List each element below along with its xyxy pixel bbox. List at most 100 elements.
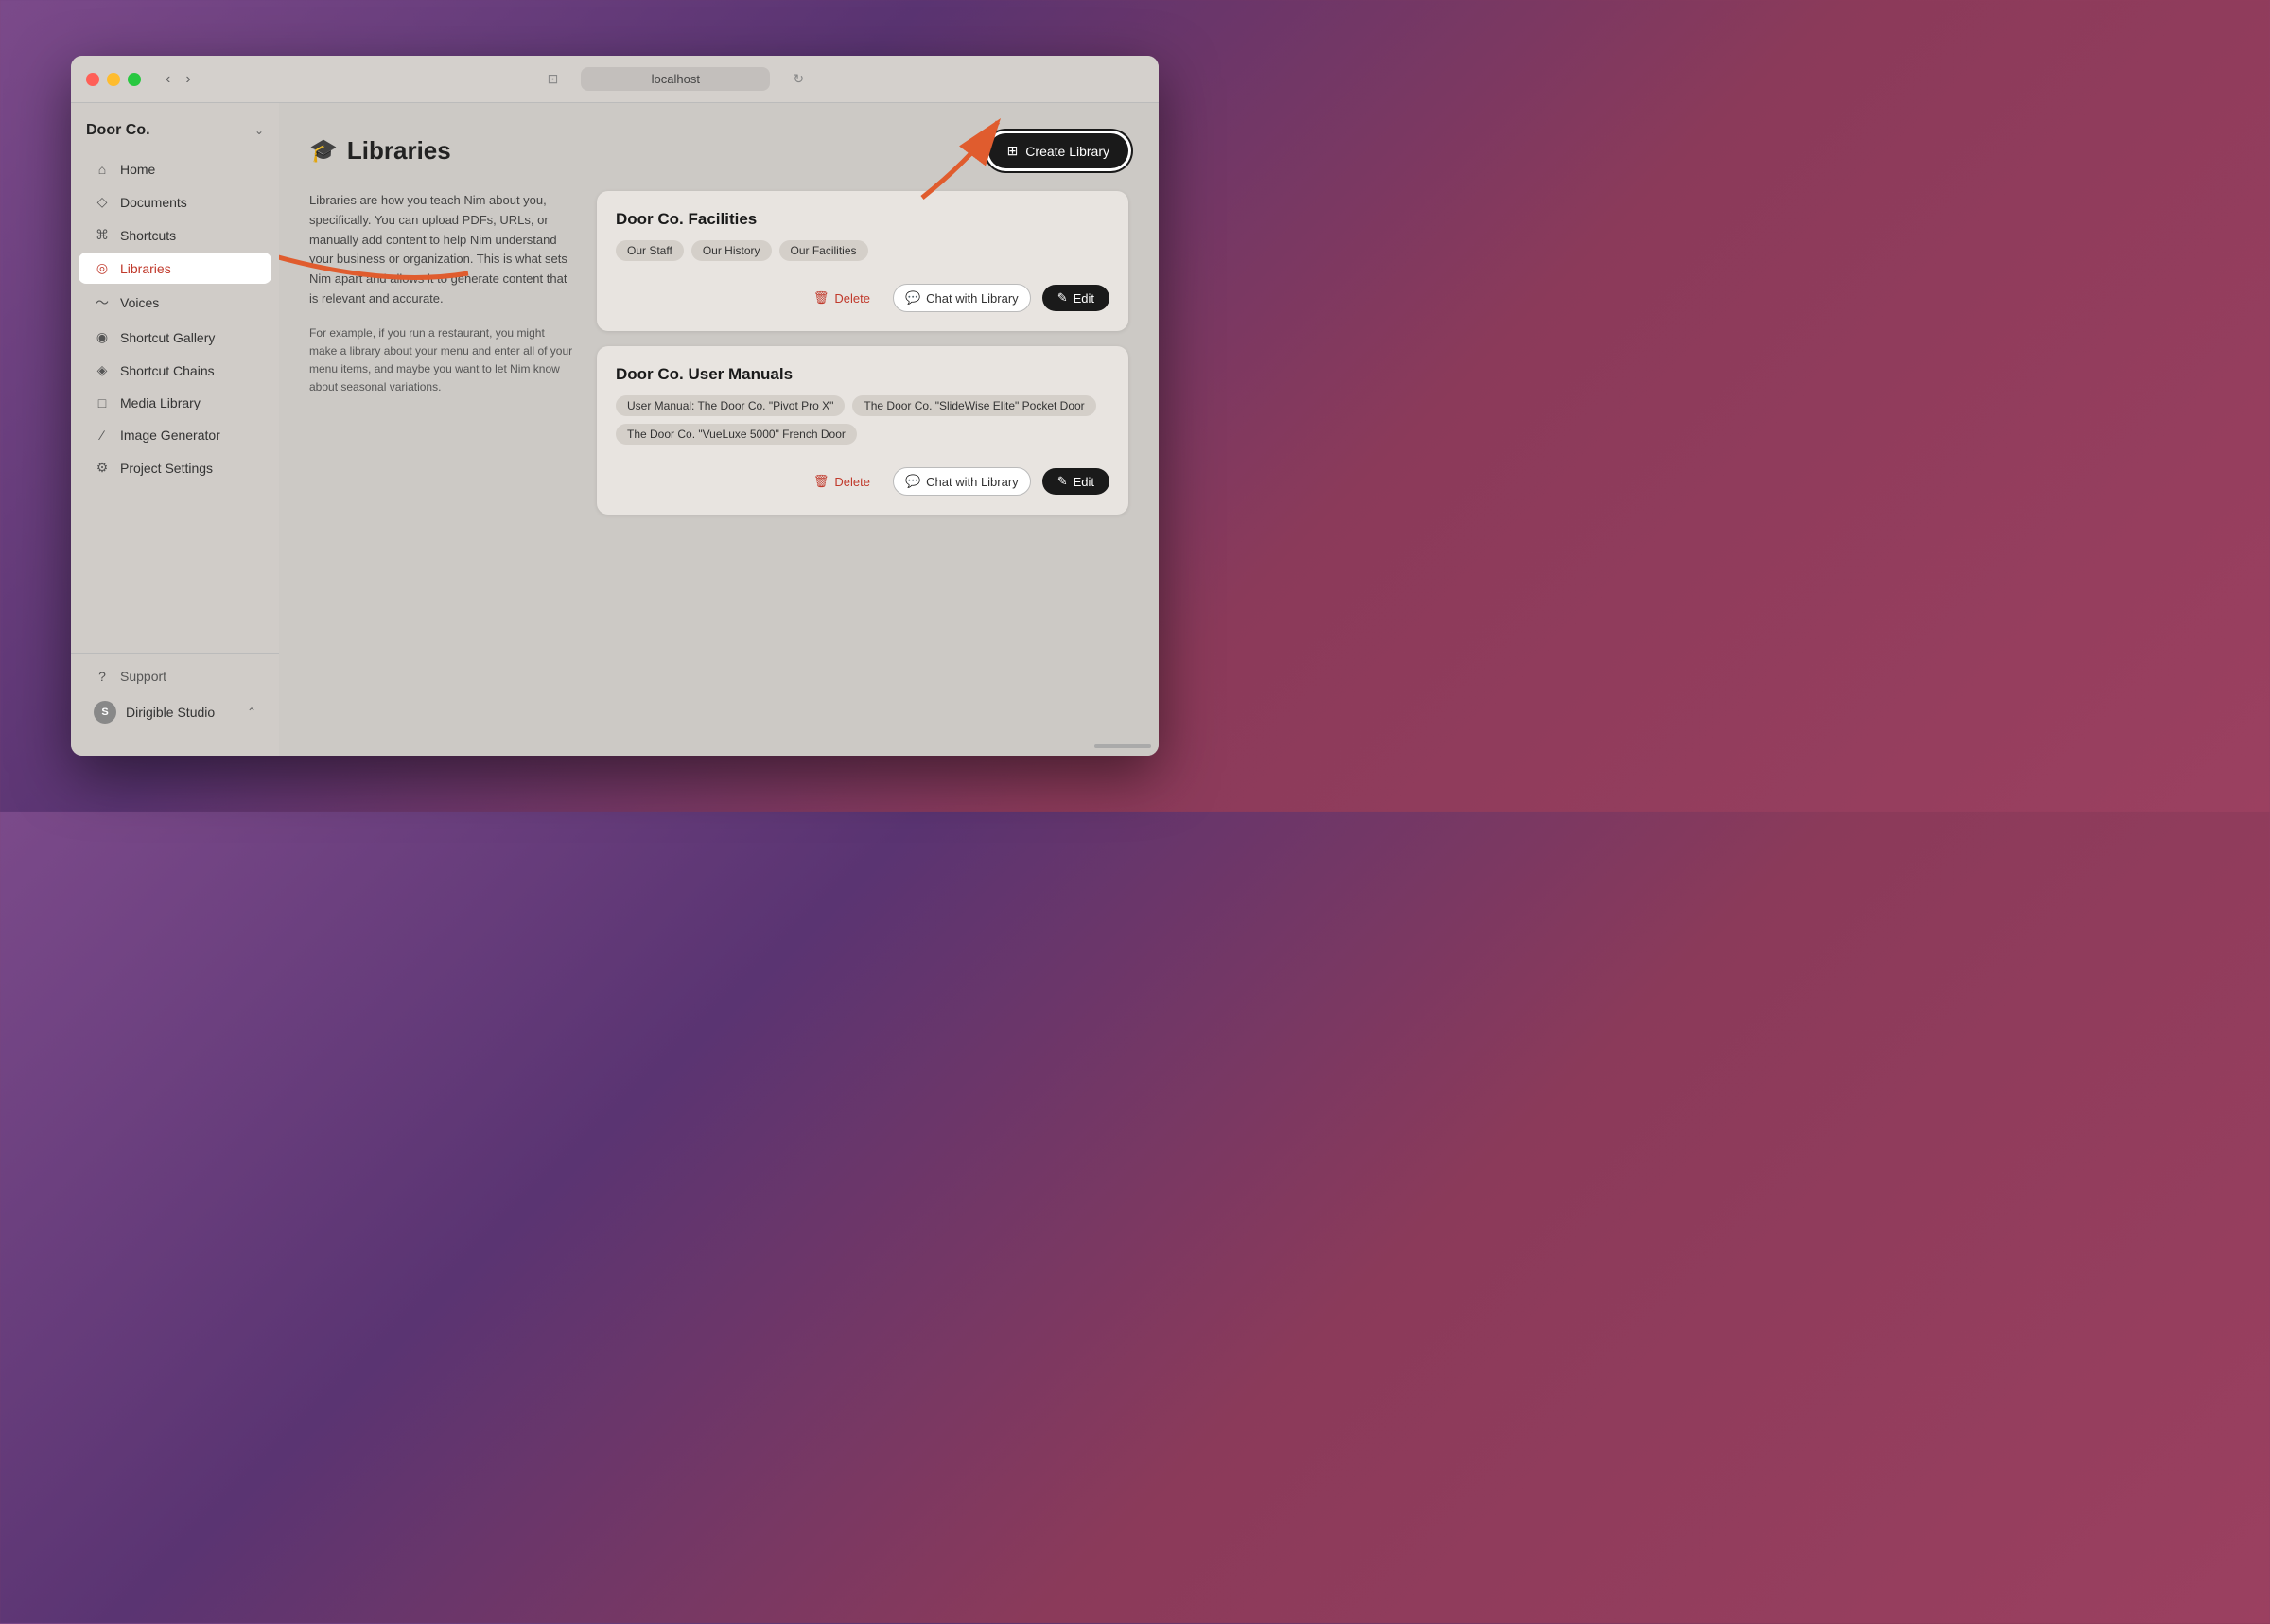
sidebar: Door Co. ⌄ ⌂ Home ◇ Documents ⌘ Shortcut… — [71, 103, 279, 756]
example-description: For example, if you run a restaurant, yo… — [309, 324, 574, 397]
page-title: Libraries — [347, 136, 451, 166]
app-window: ‹ › ⊡ localhost ↻ Door Co. ⌄ ⌂ Home — [71, 56, 1159, 756]
sidebar-item-shortcut-chains[interactable]: ◈ Shortcut Chains — [79, 355, 271, 386]
workspace-chevron-icon: ⌄ — [254, 124, 264, 137]
url-display[interactable]: localhost — [581, 67, 770, 91]
edit-icon-2: ✎ — [1057, 474, 1068, 489]
shortcut-gallery-icon: ◉ — [94, 329, 111, 345]
sidebar-item-image-generator[interactable]: ∕ Image Generator — [79, 420, 271, 450]
chat-facilities-button[interactable]: 💬 Chat with Library — [893, 284, 1031, 312]
tag-pivot-pro: User Manual: The Door Co. "Pivot Pro X" — [616, 395, 845, 416]
sidebar-item-shortcut-gallery-label: Shortcut Gallery — [120, 330, 215, 345]
library-tags-user-manuals: User Manual: The Door Co. "Pivot Pro X" … — [616, 395, 1109, 445]
sidebar-item-documents[interactable]: ◇ Documents — [79, 186, 271, 218]
tag-vueluxe: The Door Co. "VueLuxe 5000" French Door — [616, 424, 857, 445]
forward-button[interactable]: › — [180, 69, 196, 90]
create-library-button[interactable]: ⊞ Create Library — [988, 133, 1128, 168]
support-label: Support — [120, 669, 166, 684]
workspace-expand-icon: ⌃ — [247, 706, 256, 719]
edit-facilities-label: Edit — [1074, 291, 1094, 306]
sidebar-item-image-generator-label: Image Generator — [120, 428, 220, 443]
library-card-user-manuals: Door Co. User Manuals User Manual: The D… — [597, 346, 1128, 515]
chat-facilities-label: Chat with Library — [926, 291, 1019, 306]
edit-icon: ✎ — [1057, 290, 1068, 306]
sidebar-item-libraries[interactable]: ◎ Libraries — [79, 253, 271, 284]
sidebar-item-media-library-label: Media Library — [120, 395, 201, 410]
sidebar-item-shortcuts[interactable]: ⌘ Shortcuts — [79, 219, 271, 251]
avatar: S — [94, 701, 116, 724]
project-settings-icon: ⚙ — [94, 460, 111, 476]
tag-slidewise: The Door Co. "SlideWise Elite" Pocket Do… — [852, 395, 1095, 416]
libraries-page-icon: 🎓 — [309, 137, 338, 165]
shortcuts-icon: ⌘ — [94, 227, 111, 243]
support-icon: ? — [94, 669, 111, 684]
back-button[interactable]: ‹ — [160, 69, 176, 90]
delete-facilities-label: Delete — [834, 291, 870, 306]
chat-icon: 💬 — [905, 290, 920, 306]
edit-facilities-button[interactable]: ✎ Edit — [1042, 285, 1109, 311]
delete-icon-2: 🗑 — [813, 474, 829, 489]
sidebar-item-support[interactable]: ? Support — [79, 661, 271, 691]
workspace-header[interactable]: Door Co. ⌄ — [71, 118, 279, 154]
edit-user-manuals-label: Edit — [1074, 475, 1094, 489]
media-library-icon: □ — [94, 395, 111, 410]
sidebar-item-documents-label: Documents — [120, 195, 187, 210]
workspace-left: S Dirigible Studio — [94, 701, 215, 724]
edit-user-manuals-button[interactable]: ✎ Edit — [1042, 468, 1109, 495]
chat-user-manuals-button[interactable]: 💬 Chat with Library — [893, 467, 1031, 496]
share-icon: ⊡ — [548, 71, 559, 87]
card-actions-facilities: 🗑 Delete 💬 Chat with Library ✎ Edit — [616, 276, 1109, 312]
workspace-title: Door Co. — [86, 122, 150, 139]
create-icon: ⊞ — [1007, 143, 1019, 159]
fullscreen-button[interactable] — [128, 73, 141, 86]
sidebar-item-voices[interactable]: 〜 Voices — [79, 286, 271, 320]
sidebar-item-media-library[interactable]: □ Media Library — [79, 388, 271, 418]
delete-icon: 🗑 — [813, 290, 829, 306]
card-actions-user-manuals: 🗑 Delete 💬 Chat with Library ✎ Edit — [616, 460, 1109, 496]
library-card-facilities: Door Co. Facilities Our Staff Our Histor… — [597, 191, 1128, 331]
sidebar-item-voices-label: Voices — [120, 295, 159, 310]
shortcut-chains-icon: ◈ — [94, 362, 111, 378]
close-button[interactable] — [86, 73, 99, 86]
sidebar-item-shortcut-chains-label: Shortcut Chains — [120, 363, 215, 378]
libraries-panel: Door Co. Facilities Our Staff Our Histor… — [597, 191, 1128, 515]
nav-arrows: ‹ › — [160, 69, 197, 90]
main-description: Libraries are how you teach Nim about yo… — [309, 191, 574, 309]
libraries-icon: ◎ — [94, 260, 111, 276]
delete-user-manuals-label: Delete — [834, 475, 870, 489]
delete-facilities-button[interactable]: 🗑 Delete — [802, 285, 882, 311]
tag-our-staff: Our Staff — [616, 240, 684, 261]
traffic-lights — [86, 73, 141, 86]
chat-icon-2: 💬 — [905, 474, 920, 489]
sidebar-item-project-settings-label: Project Settings — [120, 461, 213, 476]
delete-user-manuals-button[interactable]: 🗑 Delete — [802, 468, 882, 495]
scrollbar[interactable] — [1094, 744, 1151, 748]
minimize-button[interactable] — [107, 73, 120, 86]
main-content: 🎓 Libraries ⊞ Create Library Libraries a… — [279, 103, 1159, 756]
library-tags-facilities: Our Staff Our History Our Facilities — [616, 240, 1109, 261]
library-card-title-facilities: Door Co. Facilities — [616, 210, 1109, 229]
sidebar-item-shortcuts-label: Shortcuts — [120, 228, 176, 243]
sidebar-nav: ⌂ Home ◇ Documents ⌘ Shortcuts ◎ Librari… — [71, 154, 279, 653]
create-button-label: Create Library — [1025, 144, 1109, 159]
url-bar: ⊡ localhost ↻ — [208, 67, 1144, 91]
sidebar-item-shortcut-gallery[interactable]: ◉ Shortcut Gallery — [79, 322, 271, 353]
titlebar: ‹ › ⊡ localhost ↻ — [71, 56, 1159, 103]
description-panel: Libraries are how you teach Nim about yo… — [309, 191, 574, 515]
workspace-switcher[interactable]: S Dirigible Studio ⌃ — [79, 691, 271, 733]
sidebar-item-libraries-label: Libraries — [120, 261, 171, 276]
library-card-title-user-manuals: Door Co. User Manuals — [616, 365, 1109, 384]
documents-icon: ◇ — [94, 194, 111, 210]
image-generator-icon: ∕ — [94, 428, 111, 443]
sidebar-item-home[interactable]: ⌂ Home — [79, 154, 271, 184]
content-area: Libraries are how you teach Nim about yo… — [309, 191, 1128, 515]
tag-our-facilities: Our Facilities — [779, 240, 868, 261]
workspace-name: Dirigible Studio — [126, 705, 215, 720]
tag-our-history: Our History — [691, 240, 772, 261]
page-header: 🎓 Libraries ⊞ Create Library — [309, 133, 1128, 168]
refresh-icon[interactable]: ↻ — [793, 71, 804, 87]
voices-icon: 〜 — [94, 293, 111, 312]
page-title-row: 🎓 Libraries — [309, 136, 451, 166]
sidebar-item-project-settings[interactable]: ⚙ Project Settings — [79, 452, 271, 483]
sidebar-bottom: ? Support S Dirigible Studio ⌃ — [71, 653, 279, 741]
